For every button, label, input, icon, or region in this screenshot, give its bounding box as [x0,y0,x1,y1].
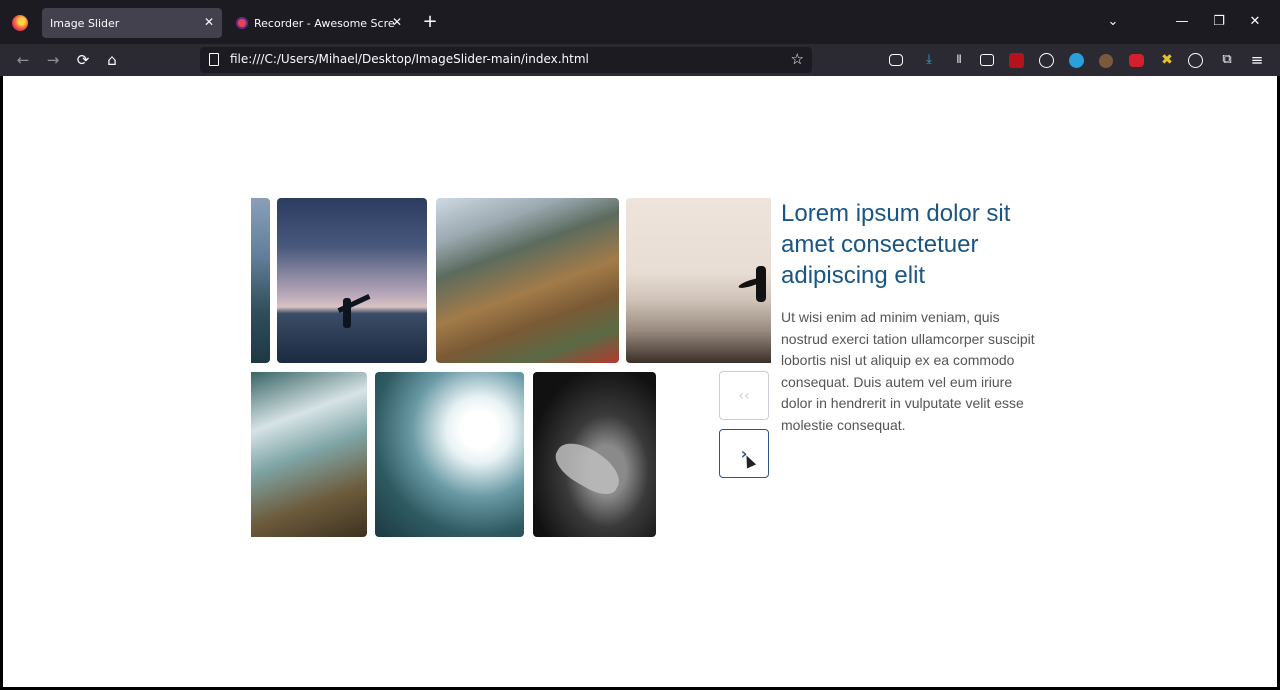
slide-image-coastal-cliffs [436,198,619,363]
tab-bar: Image Slider ✕ Recorder - Awesome Screen… [0,0,1280,44]
slide-image-surfer-beach [626,198,771,363]
slide-image-karate-silhouette [277,198,427,363]
minimize-button[interactable]: — [1172,12,1192,32]
surfer-figure [756,266,766,302]
page-viewport: ‹‹ › Lorem ipsum dolor sit amet consecte… [3,76,1277,687]
extension-blue-icon[interactable] [1069,53,1084,68]
sidebar-icon[interactable] [980,54,994,66]
tab-recorder[interactable]: Recorder - Awesome Screenshot ✕ [228,8,410,38]
ublock-origin-icon[interactable] [1009,53,1024,68]
nav-toolbar: ← → ⟳ ⌂ file:///C:/Users/Mihael/Desktop/… [0,44,1280,76]
extension-cross-icon[interactable]: ✖ [1158,51,1176,69]
extension-cookie-icon[interactable] [1099,54,1113,68]
tab-image-slider[interactable]: Image Slider ✕ [42,8,222,38]
firefox-logo-icon[interactable] [12,15,28,31]
tab-title: Recorder - Awesome Screenshot [254,16,394,30]
content-column: Lorem ipsum dolor sit amet consectetuer … [781,198,1041,436]
slide-image-wave-splash [251,372,367,537]
page-icon [209,53,219,66]
slide-image-manta-rays [533,372,656,537]
manta-ray-shape [548,434,628,502]
library-icon[interactable]: ⫴ [950,51,968,69]
page-title: Lorem ipsum dolor sit amet consectetuer … [781,200,1011,289]
bookmark-star-icon[interactable]: ☆ [791,50,804,68]
tab-title: Image Slider [50,16,120,30]
body-paragraph: Ut wisi enim ad minim veniam, quis nostr… [781,309,1035,433]
extension-dark-reader-icon[interactable] [1188,53,1203,68]
tab-close-icon[interactable]: ✕ [390,15,404,29]
home-button[interactable]: ⌂ [101,49,123,71]
forward-button[interactable]: → [42,49,64,71]
list-all-tabs-icon[interactable]: ⌄ [1103,12,1123,32]
back-button[interactable]: ← [12,49,34,71]
url-text[interactable]: file:///C:/Users/Mihael/Desktop/ImageSli… [230,52,589,66]
extension-w-icon[interactable] [1039,53,1054,68]
slider-next-button[interactable]: › [719,429,769,478]
tab-close-icon[interactable]: ✕ [202,15,216,29]
downloads-icon[interactable]: ⤓ [920,51,938,69]
reload-button[interactable]: ⟳ [72,49,94,71]
recorder-favicon-icon [236,17,248,29]
image-slider[interactable] [251,198,771,538]
address-bar[interactable]: file:///C:/Users/Mihael/Desktop/ImageSli… [200,47,812,73]
extension-red-icon[interactable] [1129,54,1144,67]
new-tab-button[interactable]: + [420,13,440,33]
pocket-icon[interactable] [889,54,903,66]
window-close-button[interactable]: ✕ [1245,12,1265,32]
slide-image-partial [251,198,270,363]
app-menu-icon[interactable]: ≡ [1248,51,1266,69]
slide-image-wave-tube [375,372,524,537]
restore-button[interactable]: ❐ [1209,12,1229,32]
slider-prev-button[interactable]: ‹‹ [719,371,769,420]
extensions-puzzle-icon[interactable]: ⧉ [1218,51,1236,69]
